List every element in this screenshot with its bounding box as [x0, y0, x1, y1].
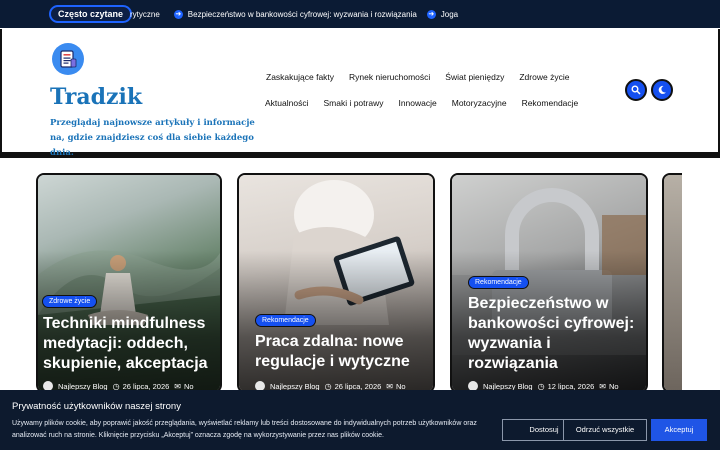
article-title[interactable]: Praca zdalna: nowe regulacje i wytyczne: [255, 332, 430, 372]
search-icon: [631, 85, 641, 95]
site-logo[interactable]: [52, 43, 84, 75]
nav-item[interactable]: Motoryzacyjne: [452, 98, 507, 108]
main-nav-row-1: Zaskakujące fakty Rynek nieruchomości Św…: [266, 72, 584, 82]
cookie-banner: Prywatność użytkowników naszej strony Uż…: [0, 390, 720, 450]
ticker-item-text[interactable]: Joga: [441, 10, 458, 19]
search-button[interactable]: [625, 79, 647, 101]
article-title[interactable]: Bezpieczeństwo w bankowości cyfrowej: wy…: [468, 294, 644, 374]
cookie-title: Prywatność użytkowników naszej strony: [12, 401, 181, 412]
category-badge[interactable]: Rekomendacje: [468, 276, 529, 289]
document-icon: [60, 50, 77, 68]
nav-item[interactable]: Zdrowe życie: [519, 72, 569, 82]
nav-item[interactable]: Aktualności: [265, 98, 308, 108]
category-badge[interactable]: Rekomendacje: [255, 314, 316, 327]
ticker-list: rytyczne ➜ Bezpieczeństwo w bankowości c…: [130, 0, 468, 28]
site-title[interactable]: Tradzik: [50, 84, 142, 110]
nav-item[interactable]: Rekomendacje: [522, 98, 579, 108]
trending-label: Często czytane: [49, 5, 133, 23]
moon-icon: [658, 85, 666, 94]
ticker-item-text[interactable]: Bezpieczeństwo w bankowości cyfrowej: wy…: [188, 10, 417, 19]
arrow-right-icon: ➜: [426, 9, 436, 19]
nav-item[interactable]: Innowacje: [398, 98, 436, 108]
ticker-item[interactable]: ➜ Bezpieczeństwo w bankowości cyfrowej: …: [173, 9, 417, 19]
main-nav-row-2: Aktualności Smaki i potrawy Innowacje Mo…: [265, 98, 593, 108]
arrow-right-icon: ➜: [173, 9, 183, 19]
ticker-item[interactable]: ➜ Joga: [426, 9, 458, 19]
site-header: Tradzik Przeglądaj najnowsze artykuły i …: [0, 29, 720, 158]
ticker-item-text[interactable]: rytyczne: [130, 10, 160, 19]
nav-item[interactable]: Smaki i potrawy: [323, 98, 383, 108]
article-title[interactable]: Techniki mindfulness medytacji: oddech, …: [43, 314, 220, 374]
reject-all-button[interactable]: Odrzuć wszystkie: [563, 419, 647, 441]
category-badge[interactable]: Zdrowe życie: [42, 295, 98, 308]
article-card-partial[interactable]: [662, 173, 682, 393]
nav-item[interactable]: Zaskakujące fakty: [266, 72, 334, 82]
top-ticker-bar: Często czytane rytyczne ➜ Bezpieczeństwo…: [0, 0, 720, 28]
accept-button[interactable]: Akceptuj: [651, 419, 707, 441]
theme-toggle-button[interactable]: [651, 79, 673, 101]
cookie-text: Używamy plików cookie, aby poprawić jako…: [12, 420, 477, 439]
article-image: [664, 175, 682, 391]
nav-item[interactable]: Rynek nieruchomości: [349, 72, 430, 82]
article-card[interactable]: Zdrowe życie Techniki mindfulness medyta…: [36, 173, 222, 393]
site-tagline: Przeglądaj najnowsze artykuły i informac…: [50, 118, 255, 158]
article-card[interactable]: Rekomendacje Praca zdalna: nowe regulacj…: [237, 173, 435, 393]
article-card[interactable]: Rekomendacje Bezpieczeństwo w bankowości…: [450, 173, 648, 393]
ticker-item[interactable]: rytyczne: [130, 10, 160, 19]
nav-item[interactable]: Świat pieniędzy: [445, 72, 504, 82]
